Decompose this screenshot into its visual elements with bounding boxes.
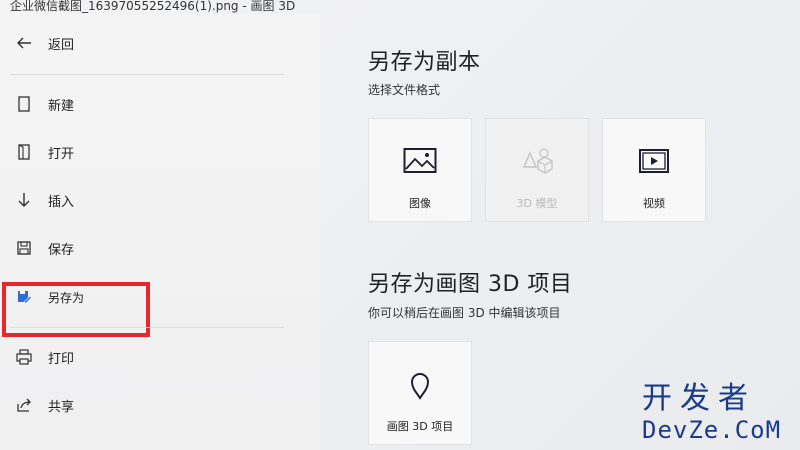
video-icon: [603, 147, 705, 177]
copy-section-subtitle: 选择文件格式: [368, 83, 441, 97]
sidebar: 返回 新建 打开 插入 保存 另存为 打印 共享: [0, 14, 320, 450]
watermark-text-en: DevZe.CoM: [642, 416, 782, 444]
format-card-paint3d-project[interactable]: 画图 3D 项目: [368, 341, 472, 445]
sidebar-item-open[interactable]: 打开: [0, 132, 320, 172]
image-icon: [369, 147, 471, 177]
card-label: 3D 模型: [516, 197, 558, 210]
sidebar-item-label: 打开: [48, 146, 75, 162]
sidebar-item-share[interactable]: 共享: [0, 385, 320, 425]
highlight-box: [2, 282, 150, 337]
open-icon: [14, 142, 34, 162]
sidebar-item-new[interactable]: 新建: [0, 84, 320, 124]
sidebar-item-save[interactable]: 保存: [0, 228, 320, 268]
project-section-title: 另存为画图 3D 项目: [368, 272, 573, 297]
card-label: 图像: [409, 197, 431, 210]
divider: [10, 327, 284, 328]
format-card-3d-model: 3D 模型: [485, 118, 589, 222]
watermark: 开发者 DevZe.CoM: [642, 381, 792, 445]
format-card-image[interactable]: 图像: [368, 118, 472, 222]
share-icon: [14, 395, 34, 415]
divider: [10, 74, 284, 75]
insert-icon: [14, 190, 34, 210]
sidebar-item-insert[interactable]: 插入: [0, 180, 320, 220]
copy-section-title: 另存为副本: [368, 50, 481, 75]
card-label: 画图 3D 项目: [386, 420, 454, 433]
format-card-video[interactable]: 视频: [602, 118, 706, 222]
save-icon: [14, 238, 34, 258]
new-file-icon: [14, 94, 34, 114]
window-title: 企业微信截图_16397055252496(1).png - 画图 3D: [10, 0, 296, 13]
print-icon: [14, 347, 34, 367]
back-label: 返回: [48, 37, 75, 53]
project-section-subtitle: 你可以稍后在画图 3D 中编辑该项目: [368, 306, 561, 320]
sidebar-item-print[interactable]: 打印: [0, 337, 320, 377]
sidebar-item-label: 保存: [48, 242, 75, 258]
paint3d-project-icon: [369, 370, 471, 400]
sidebar-item-label: 插入: [48, 194, 75, 210]
sidebar-item-label: 共享: [48, 399, 75, 415]
back-arrow-icon: [14, 33, 34, 53]
sidebar-item-label: 打印: [48, 351, 75, 367]
back-button[interactable]: 返回: [0, 23, 320, 63]
watermark-text-cn: 开发者: [642, 381, 756, 416]
sidebar-item-label: 新建: [48, 98, 75, 114]
3d-model-icon: [486, 147, 588, 177]
card-label: 视频: [643, 197, 665, 210]
